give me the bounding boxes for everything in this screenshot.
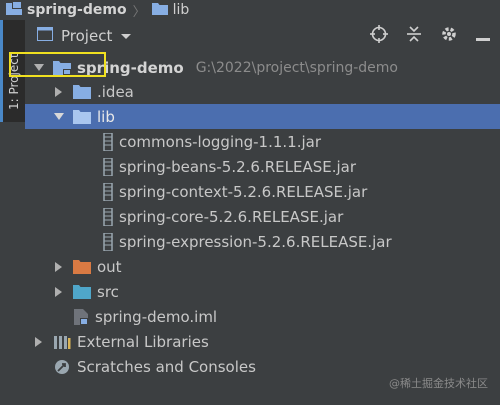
tree-row-lib[interactable]: lib <box>25 104 500 129</box>
root-project-path: G:\2022\project\spring-demo <box>195 59 398 76</box>
highlight-annotation <box>9 52 106 77</box>
collapsed-arrow-icon[interactable] <box>53 286 65 297</box>
collapsed-arrow-icon[interactable] <box>33 336 45 347</box>
collapse-all-icon[interactable] <box>406 25 422 47</box>
folder-idea-label: .idea <box>97 82 134 101</box>
watermark: @稀土掘金技术社区 <box>389 375 488 391</box>
tree-row-jar[interactable]: commons-logging-1.1.1.jar <box>25 129 500 154</box>
source-folder-icon <box>73 284 91 299</box>
navigation-bar: spring-demo 〉 lib <box>0 0 500 21</box>
module-file-icon <box>73 308 89 326</box>
collapsed-arrow-icon[interactable] <box>53 261 65 272</box>
locate-file-icon[interactable] <box>370 25 388 47</box>
hide-panel-icon[interactable] <box>476 27 490 46</box>
left-tool-strip: 1: Project <box>0 20 26 405</box>
tree-row-jar[interactable]: spring-core-5.2.6.RELEASE.jar <box>25 204 500 229</box>
jar-icon <box>103 182 113 201</box>
chevron-down-icon <box>120 27 132 45</box>
tree-row-out[interactable]: out <box>25 254 500 279</box>
tree-row-iml[interactable]: spring-demo.iml <box>25 304 500 329</box>
jar-label: spring-core-5.2.6.RELEASE.jar <box>119 207 344 226</box>
tree-row-src[interactable]: src <box>25 279 500 304</box>
folder-lib-label: lib <box>97 107 115 126</box>
jar-label: spring-beans-5.2.6.RELEASE.jar <box>119 157 357 176</box>
jar-icon <box>103 232 113 251</box>
breadcrumb-project-label: spring-demo <box>27 2 127 18</box>
expanded-arrow-icon[interactable] <box>53 112 65 121</box>
scratches-icon <box>53 358 71 376</box>
folder-out-label: out <box>97 257 122 276</box>
folder-icon <box>73 84 91 99</box>
project-panel-icon <box>37 27 53 45</box>
folder-src-label: src <box>97 282 119 301</box>
tree-row-external-libraries[interactable]: External Libraries <box>25 329 500 354</box>
project-view-selector[interactable]: Project <box>37 27 132 45</box>
project-view-title: Project <box>61 27 113 45</box>
breadcrumb-lib[interactable]: lib <box>151 2 190 19</box>
excluded-folder-icon <box>73 259 91 274</box>
breadcrumb-project[interactable]: spring-demo <box>6 1 127 19</box>
project-folder-icon <box>6 1 22 19</box>
breadcrumb-separator: 〉 <box>132 4 146 20</box>
library-icon <box>53 334 71 350</box>
jar-icon <box>103 157 113 176</box>
tree-row-idea[interactable]: .idea <box>25 79 500 104</box>
external-libraries-label: External Libraries <box>77 332 209 351</box>
breadcrumb-lib-label: lib <box>172 2 190 18</box>
jar-label: commons-logging-1.1.1.jar <box>119 132 322 151</box>
jar-icon <box>103 132 113 151</box>
jar-label: spring-expression-5.2.6.RELEASE.jar <box>119 232 392 251</box>
collapsed-arrow-icon[interactable] <box>53 86 65 97</box>
tree-row-jar[interactable]: spring-expression-5.2.6.RELEASE.jar <box>25 229 500 254</box>
tree-row-jar[interactable]: spring-context-5.2.6.RELEASE.jar <box>25 179 500 204</box>
folder-icon <box>73 109 91 124</box>
folder-icon <box>151 2 168 19</box>
jar-icon <box>103 207 113 226</box>
iml-file-label: spring-demo.iml <box>95 307 218 326</box>
project-panel-header: Project <box>25 20 500 53</box>
tree-row-jar[interactable]: spring-beans-5.2.6.RELEASE.jar <box>25 154 500 179</box>
gear-icon[interactable] <box>440 25 458 47</box>
project-tree: spring-demo G:\2022\project\spring-demo … <box>25 52 500 405</box>
jar-label: spring-context-5.2.6.RELEASE.jar <box>119 182 368 201</box>
scratches-label: Scratches and Consoles <box>77 357 256 376</box>
watermark-text: @稀土掘金技术社区 <box>389 377 488 390</box>
